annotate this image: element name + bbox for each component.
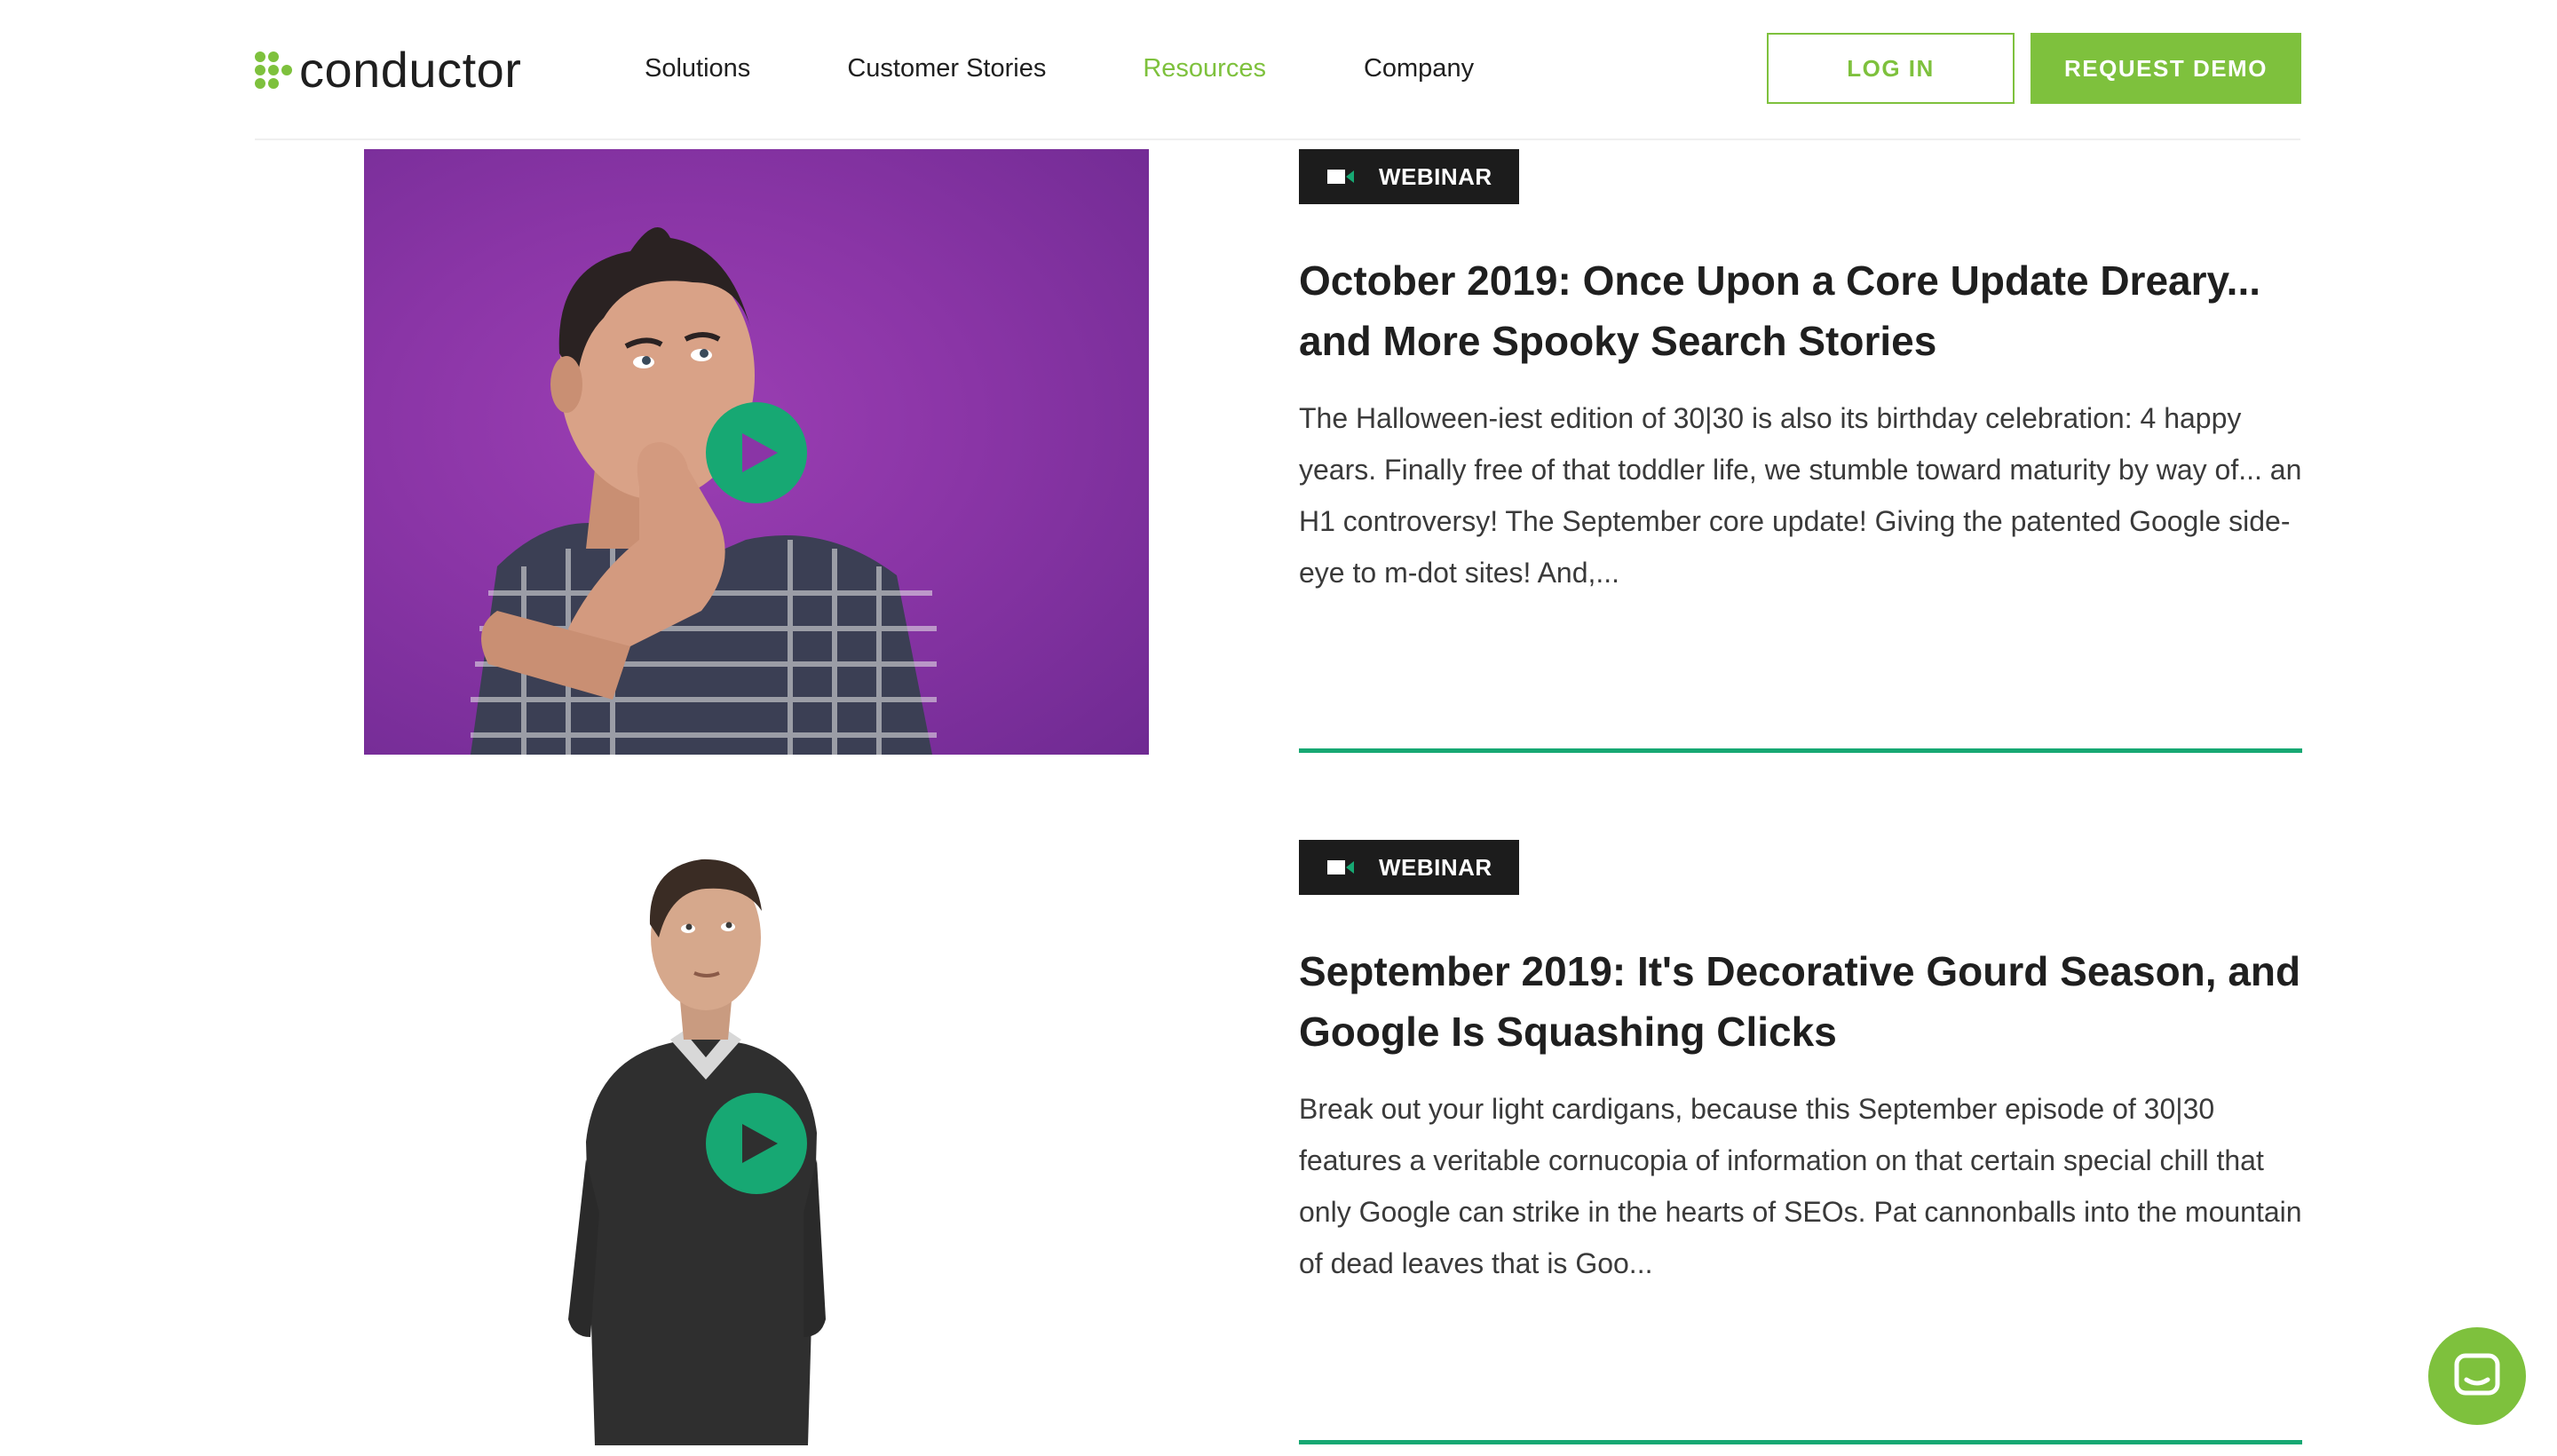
nav-customer-stories[interactable]: Customer Stories xyxy=(847,51,1046,85)
webinar-thumbnail-2[interactable] xyxy=(364,840,1149,1445)
video-camera-icon xyxy=(1327,168,1354,186)
nav-company[interactable]: Company xyxy=(1364,51,1474,85)
play-icon xyxy=(742,433,778,472)
webinar-title[interactable]: September 2019: It's Decorative Gourd Se… xyxy=(1299,941,2302,1062)
play-icon xyxy=(742,1124,778,1163)
webinar-description: The Halloween-iest edition of 30|30 is a… xyxy=(1299,402,2302,589)
badge-label: WEBINAR xyxy=(1379,853,1492,881)
site-header: conductor Solutions Customer Stories Res… xyxy=(0,0,2557,140)
card-divider xyxy=(1299,1440,2302,1444)
webinar-description: Break out your light cardigans, because … xyxy=(1299,1093,2302,1279)
chat-launcher-button[interactable] xyxy=(2428,1327,2526,1425)
play-button[interactable] xyxy=(706,1093,807,1194)
header-divider xyxy=(255,138,2300,140)
video-camera-icon xyxy=(1327,859,1354,876)
login-button[interactable]: LOG IN xyxy=(1767,33,2015,104)
webinar-thumbnail-1[interactable] xyxy=(364,149,1149,755)
card-divider xyxy=(1299,748,2302,753)
logo-text: conductor xyxy=(299,42,522,98)
chat-bubble-icon xyxy=(2454,1353,2500,1396)
play-button[interactable] xyxy=(706,402,807,503)
request-demo-button[interactable]: REQUEST DEMO xyxy=(2031,33,2301,104)
webinar-badge: WEBINAR xyxy=(1299,840,1519,895)
logo-dots-icon xyxy=(255,51,292,89)
badge-label: WEBINAR xyxy=(1379,162,1492,190)
webinar-badge: WEBINAR xyxy=(1299,149,1519,204)
webinar-title[interactable]: October 2019: Once Upon a Core Update Dr… xyxy=(1299,250,2302,371)
main-nav: Solutions Customer Stories Resources Com… xyxy=(645,51,1474,85)
nav-resources[interactable]: Resources xyxy=(1143,51,1266,85)
nav-solutions[interactable]: Solutions xyxy=(645,51,750,85)
conductor-logo[interactable]: conductor xyxy=(255,42,522,98)
